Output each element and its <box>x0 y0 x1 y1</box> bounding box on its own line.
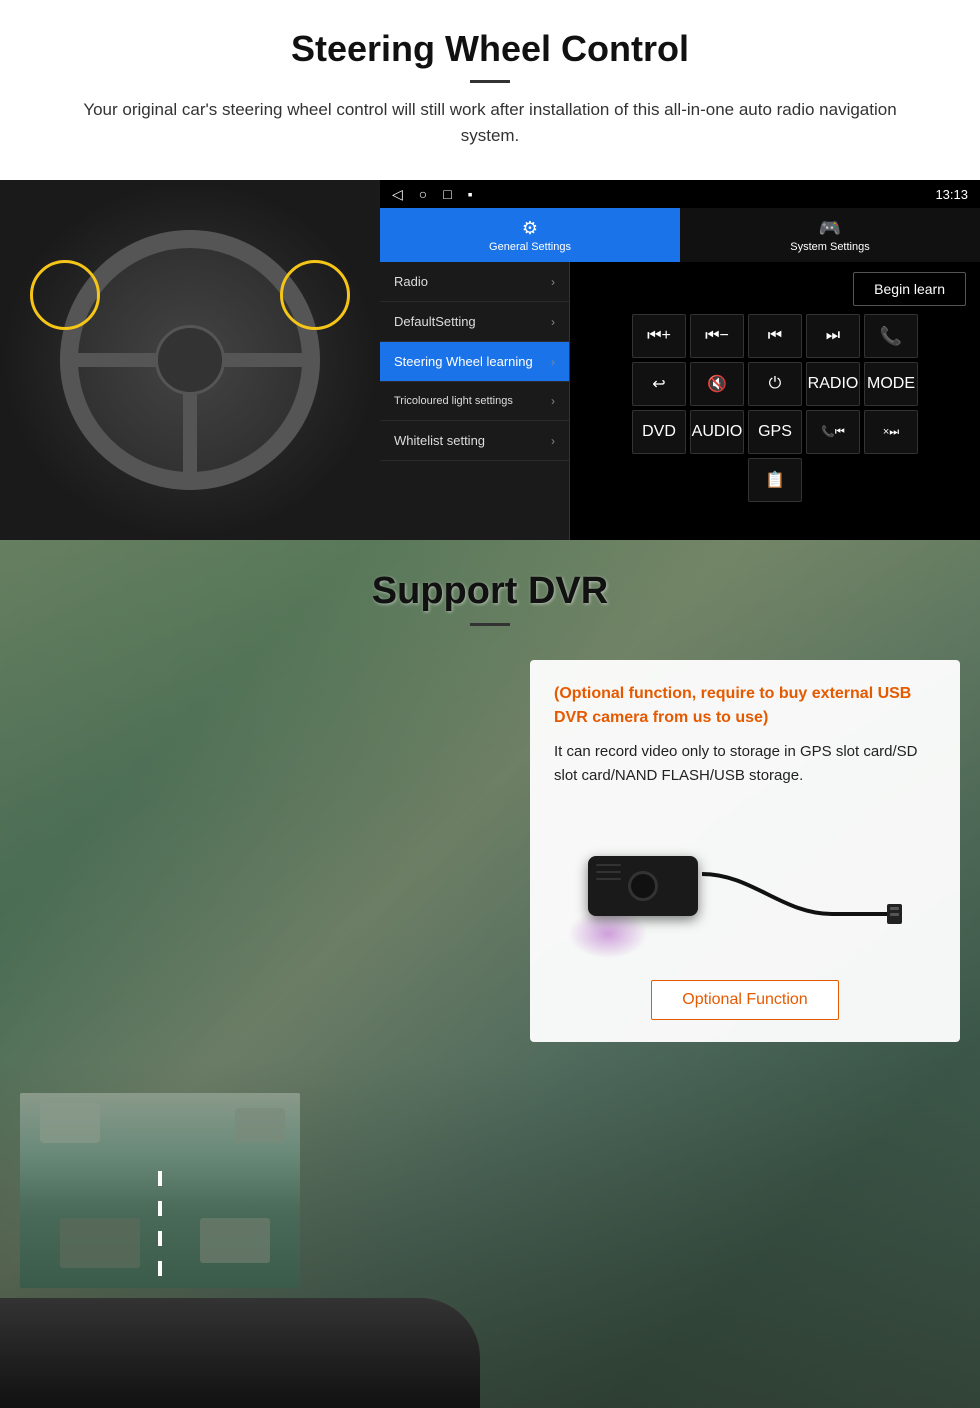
section1-title-area: Steering Wheel Control Your original car… <box>0 0 980 180</box>
system-settings-label: System Settings <box>790 241 869 253</box>
menu-arrow-tricolour: › <box>551 394 555 408</box>
section1-title: Steering Wheel Control <box>40 28 940 70</box>
dvd-button[interactable]: DVD <box>632 410 686 454</box>
dvr-section: Support DVR (Optional function, require … <box>0 540 980 1408</box>
dvr-title: Support DVR <box>0 570 980 613</box>
prev-button[interactable]: ⏮ <box>748 314 802 358</box>
back-button[interactable]: ↩ <box>632 362 686 406</box>
dvr-info-card: (Optional function, require to buy exter… <box>530 660 960 1042</box>
wheel-hub <box>155 325 225 395</box>
android-content: Radio › DefaultSetting › Steering Wheel … <box>380 262 980 540</box>
optional-btn-wrap: Optional Function <box>554 980 936 1020</box>
power-button[interactable]: ⏻ <box>748 362 802 406</box>
statusbar-time: 13:13 <box>935 187 968 202</box>
menu-arrow-radio: › <box>551 275 555 289</box>
nav-menu-icon[interactable]: ▪ <box>468 186 473 203</box>
camera-lens <box>628 871 658 901</box>
android-ui-panel: ◁ ○ □ ▪ 13:13 ⚙ General Settings 🎮 Syste… <box>380 180 980 540</box>
android-tabs: ⚙ General Settings 🎮 System Settings <box>380 208 980 262</box>
mute-button[interactable]: 🔇 <box>690 362 744 406</box>
call-prev-button[interactable]: 📞⏮ <box>806 410 860 454</box>
dvr-camera-illustration <box>554 806 936 966</box>
menu-item-default-setting[interactable]: DefaultSetting › <box>380 302 569 342</box>
dvr-divider <box>470 623 510 626</box>
mode-button[interactable]: MODE <box>864 362 918 406</box>
steering-wheel-image <box>0 180 380 540</box>
nav-back-icon[interactable]: ◁ <box>392 186 403 203</box>
optional-function-button[interactable]: Optional Function <box>651 980 838 1020</box>
dvr-thumbnail <box>20 1093 300 1288</box>
tab-general-settings[interactable]: ⚙ General Settings <box>380 208 680 262</box>
mute-next-button[interactable]: ×⏭ <box>864 410 918 454</box>
dvr-black-text: It can record video only to storage in G… <box>554 740 936 788</box>
menu-item-radio[interactable]: Radio › <box>380 262 569 302</box>
nav-home-icon[interactable]: ○ <box>419 186 427 203</box>
vol-up-button[interactable]: ⏮+ <box>632 314 686 358</box>
wheel-circle <box>60 230 320 490</box>
vol-down-button[interactable]: ⏮− <box>690 314 744 358</box>
menu-item-tricolour-label: Tricoloured light settings <box>394 394 513 408</box>
nav-square-icon[interactable]: □ <box>443 186 451 203</box>
menu-item-steering-wheel[interactable]: Steering Wheel learning › <box>380 342 569 382</box>
menu-arrow-steering: › <box>551 355 555 369</box>
dvr-title-area: Support DVR <box>0 540 980 638</box>
steering-wheel-section: Steering Wheel Control Your original car… <box>0 0 980 540</box>
highlight-left <box>30 260 100 330</box>
begin-learn-row: Begin learn <box>576 268 974 310</box>
steering-wheel-photo <box>0 180 380 540</box>
menu-arrow-default: › <box>551 315 555 329</box>
menu-arrow-whitelist: › <box>551 434 555 448</box>
control-row-1: ⏮+ ⏮− ⏮ ⏭ 📞 <box>576 314 974 358</box>
menu-item-default-label: DefaultSetting <box>394 314 476 329</box>
menu-item-steering-label: Steering Wheel learning <box>394 354 533 369</box>
cable-svg <box>702 844 902 924</box>
menu-item-radio-label: Radio <box>394 274 428 289</box>
nav-buttons: ◁ ○ □ ▪ <box>392 186 473 203</box>
title-divider <box>470 80 510 83</box>
control-row-3: DVD AUDIO GPS 📞⏮ ×⏭ <box>576 410 974 454</box>
begin-learn-button[interactable]: Begin learn <box>853 272 966 306</box>
thumbnail-road <box>20 1093 300 1288</box>
menu-item-whitelist-label: Whitelist setting <box>394 433 485 448</box>
dvr-dashboard <box>0 1298 480 1408</box>
menu-panel: Radio › DefaultSetting › Steering Wheel … <box>380 262 570 540</box>
menu-item-tricolour[interactable]: Tricoloured light settings › <box>380 382 569 421</box>
general-settings-icon: ⚙ <box>522 218 538 239</box>
control-row-4: 📋 <box>576 458 974 502</box>
audio-button[interactable]: AUDIO <box>690 410 744 454</box>
android-statusbar: ◁ ○ □ ▪ 13:13 <box>380 180 980 208</box>
call-button[interactable]: 📞 <box>864 314 918 358</box>
next-button[interactable]: ⏭ <box>806 314 860 358</box>
screenshot-button[interactable]: 📋 <box>748 458 802 502</box>
tab-system-settings[interactable]: 🎮 System Settings <box>680 208 980 262</box>
highlight-right <box>280 260 350 330</box>
menu-item-whitelist[interactable]: Whitelist setting › <box>380 421 569 461</box>
radio-button[interactable]: RADIO <box>806 362 860 406</box>
system-settings-icon: 🎮 <box>819 218 841 239</box>
camera-body <box>588 856 698 916</box>
general-settings-label: General Settings <box>489 241 571 253</box>
steering-demo-area: ◁ ○ □ ▪ 13:13 ⚙ General Settings 🎮 Syste… <box>0 180 980 540</box>
section1-subtitle: Your original car's steering wheel contr… <box>60 97 920 148</box>
control-panel: Begin learn ⏮+ ⏮− ⏮ ⏭ 📞 ↩ 🔇 ⏻ <box>570 262 980 540</box>
gps-button[interactable]: GPS <box>748 410 802 454</box>
control-row-2: ↩ 🔇 ⏻ RADIO MODE <box>576 362 974 406</box>
dvr-orange-text: (Optional function, require to buy exter… <box>554 682 936 730</box>
